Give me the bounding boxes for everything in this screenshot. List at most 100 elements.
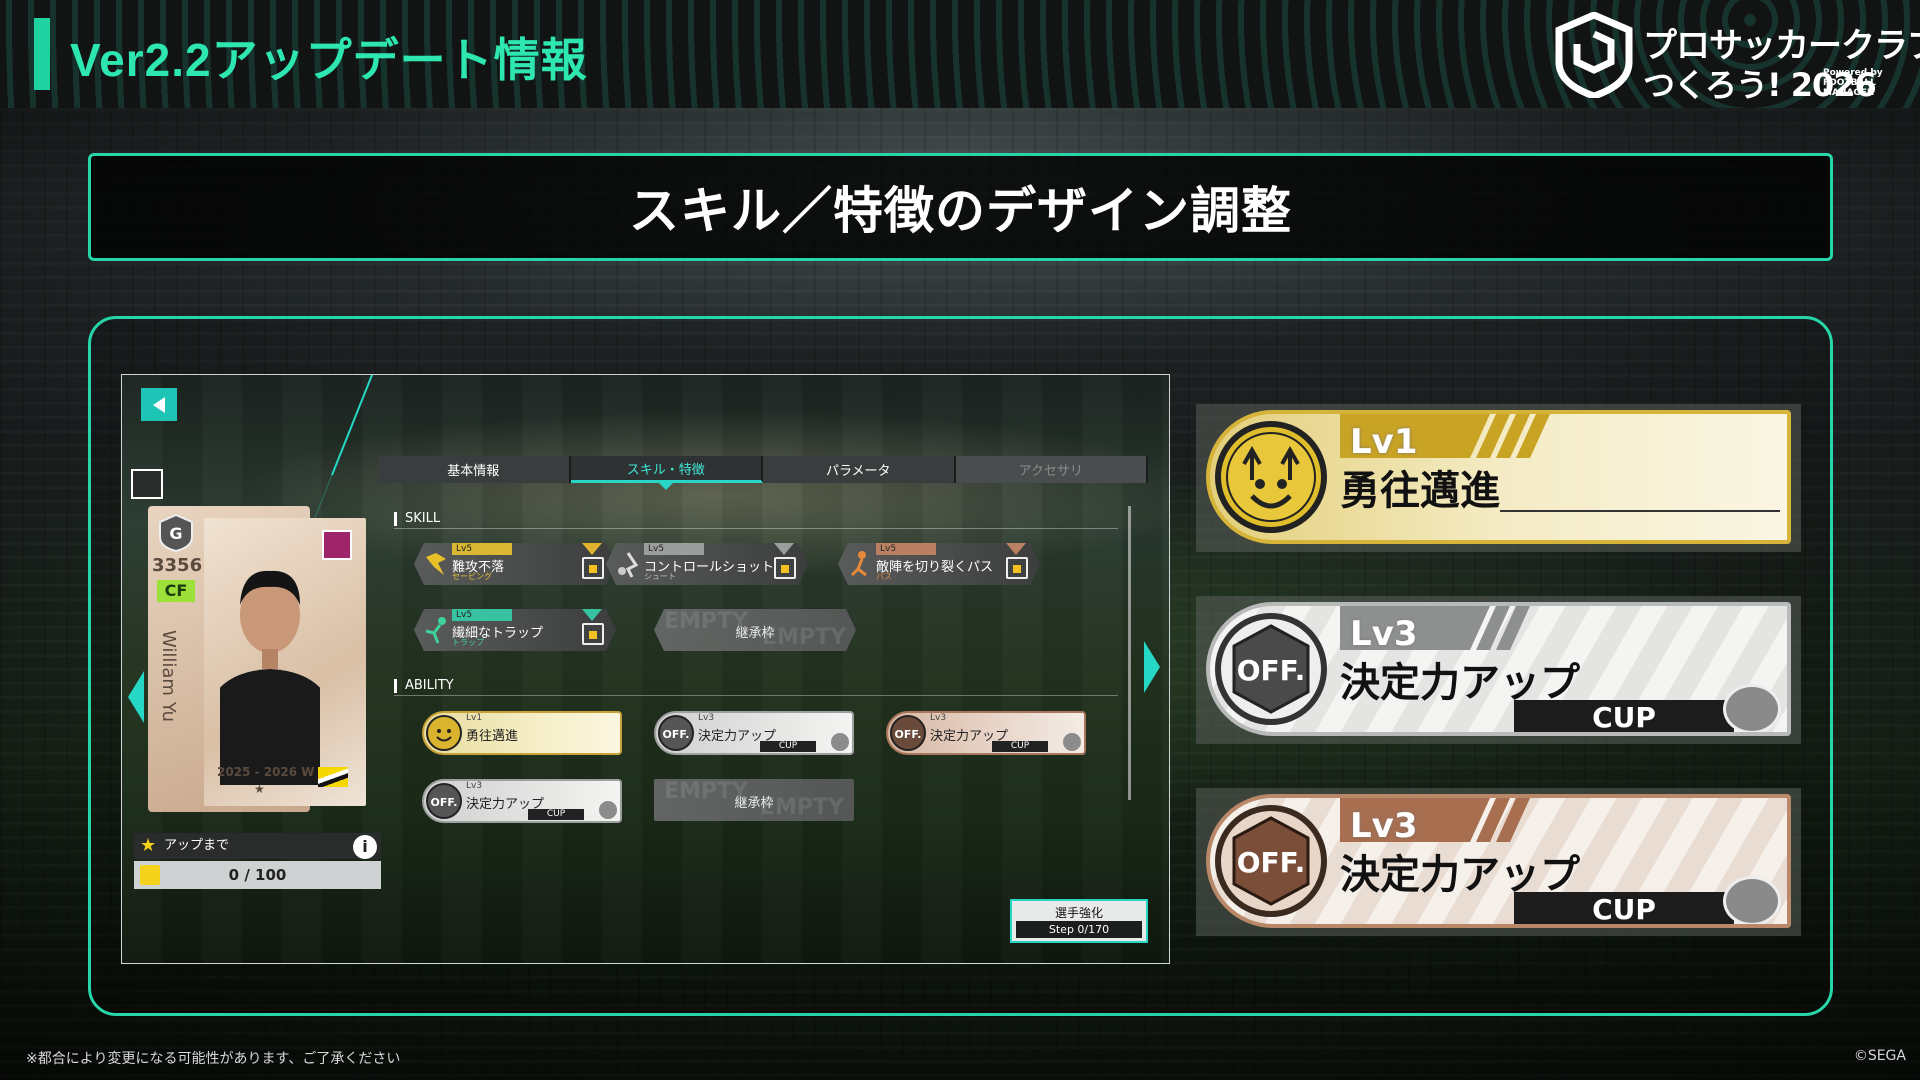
tab-accessories[interactable]: アクセサリ <box>955 456 1148 483</box>
ability-level: Lv3 <box>466 781 483 791</box>
skill-type-icon <box>582 623 604 645</box>
tab-basic-info[interactable]: 基本情報 <box>378 456 571 483</box>
next-player-arrow-icon[interactable] <box>1144 641 1160 693</box>
showcase-card-bronze: OFF. Lv3 決定力アップ CUP <box>1196 788 1801 936</box>
inherit-slot-label: 継承枠 <box>734 796 774 811</box>
skill-section-label: SKILL <box>394 512 440 526</box>
skill-slot-1[interactable]: Lv5 難攻不落 セービング <box>414 543 616 585</box>
whistle-icon <box>1063 733 1081 751</box>
tab-parameters[interactable]: パラメータ <box>763 456 956 483</box>
logo-powered-by: Powered by FOOTBALL MANAGER <box>1823 68 1883 98</box>
scrollbar[interactable] <box>1128 506 1131 800</box>
skill-type-icon <box>1006 557 1028 579</box>
whistle-icon <box>831 733 849 751</box>
player-type-icon <box>322 530 352 560</box>
header-bar: Ver2.2アップデート情報 プロサッカークラブを つくろう! 2026 Pow… <box>0 0 1920 108</box>
showcase-level: Lv1 <box>1350 422 1418 462</box>
skill-slot-4[interactable]: Lv5 繊細なトラップ トラップ <box>414 609 616 651</box>
enhance-step: Step 0/170 <box>1016 921 1142 938</box>
svg-text:OFF.: OFF. <box>663 728 690 741</box>
prev-player-arrow-icon[interactable] <box>128 671 144 723</box>
position-badge: CF <box>157 580 195 602</box>
info-icon[interactable]: i <box>353 835 377 859</box>
card-stars: ★ <box>254 782 265 796</box>
ability-section-rule <box>394 695 1118 696</box>
whistle-icon <box>1723 684 1781 732</box>
name-underline <box>1500 510 1780 512</box>
showcase-level: Lv3 <box>1350 614 1418 654</box>
skill-level: Lv5 <box>452 609 552 621</box>
inherit-slot-label: 継承枠 <box>735 626 775 641</box>
showcase-tag: CUP <box>1514 700 1734 732</box>
svg-text:OFF.: OFF. <box>431 796 458 809</box>
skill-rank-tag <box>582 609 602 621</box>
skill-rank-tag <box>1006 543 1026 555</box>
skill-slot-empty[interactable]: EMPTY EMPTY 継承枠 <box>654 609 856 651</box>
ability-slot-2[interactable]: OFF. Lv3 決定力アップ CUP <box>654 711 854 755</box>
ability-slot-empty[interactable]: EMPTY EMPTY 継承枠 <box>654 779 854 821</box>
skill-category: パス <box>876 572 892 581</box>
upgrade-progress: アップまで ★ i 0 / 100 <box>134 833 381 889</box>
showcase-card-body: OFF. Lv3 決定力アップ CUP <box>1206 794 1791 928</box>
showcase-card-body: OFF. Lv3 決定力アップ CUP <box>1206 602 1791 736</box>
tab-skills-traits[interactable]: スキル・特徴 <box>570 456 763 490</box>
back-button[interactable] <box>141 388 177 421</box>
offense-ability-icon: OFF. <box>1215 805 1327 917</box>
trap-skill-icon <box>425 617 446 644</box>
ability-section-label: ABILITY <box>394 679 454 693</box>
ability-level: Lv3 <box>930 713 947 723</box>
player-rating: 3356 <box>152 555 203 576</box>
skill-section-rule <box>394 528 1118 529</box>
ability-slot-3[interactable]: OFF. Lv3 決定力アップ CUP <box>886 711 1086 755</box>
page-title: Ver2.2アップデート情報 <box>70 34 588 86</box>
whistle-icon <box>599 801 617 819</box>
skill-type-icon <box>774 557 796 579</box>
ability-slot-1[interactable]: Lv1 勇往邁進 <box>422 711 622 755</box>
star-icon: ★ <box>140 835 157 856</box>
ability-tag: CUP <box>760 741 816 752</box>
section-heading: スキル／特徴のデザイン調整 <box>629 182 1292 240</box>
skill-level: Lv5 <box>876 543 976 555</box>
player-name: William Yu <box>158 630 179 723</box>
skill-rank-tag <box>774 543 794 555</box>
back-arrow-icon <box>153 396 165 413</box>
header-accent-bar <box>34 18 50 90</box>
skill-slot-3[interactable]: Lv5 敵陣を切り裂くパス パス <box>838 543 1040 585</box>
ability-level: Lv1 <box>466 713 483 723</box>
pass-skill-icon <box>850 551 867 577</box>
offense-ability-icon: OFF. <box>426 783 462 819</box>
skill-rank-tag <box>582 543 602 555</box>
whistle-icon <box>1723 876 1781 924</box>
upgrade-item-icon <box>140 865 160 885</box>
showcase-card-gold: Lv1 勇往邁進 <box>1196 404 1801 552</box>
showcase-card-body: Lv1 勇往邁進 <box>1206 410 1791 544</box>
showcase-tag: CUP <box>1514 892 1734 924</box>
player-enhance-button[interactable]: 選手強化 Step 0/170 <box>1010 899 1148 943</box>
game-screenshot-panel: 基本情報 スキル・特徴 パラメータ アクセサリ SKILL Lv5 難攻不落 セ… <box>121 374 1170 964</box>
skill-category: セービング <box>452 572 492 581</box>
shoot-skill-icon <box>618 552 639 578</box>
enhance-label: 選手強化 <box>1054 906 1103 920</box>
player-portrait <box>220 570 320 785</box>
lock-icon[interactable] <box>131 469 163 499</box>
upgrade-label: アップまで <box>134 833 381 859</box>
section-heading-box: スキル／特徴のデザイン調整 <box>88 153 1833 261</box>
svg-text:OFF.: OFF. <box>895 728 922 741</box>
upgrade-progress-text: 0 / 100 <box>134 861 381 889</box>
logo-shield-icon <box>1555 12 1633 98</box>
ability-name: 勇往邁進 <box>466 729 519 744</box>
skill-slot-2[interactable]: Lv5 コントロールショット シュート <box>606 543 808 585</box>
skill-level: Lv5 <box>452 543 552 555</box>
showcase-level: Lv3 <box>1350 806 1418 846</box>
emblem-text: OFF. <box>1237 846 1306 879</box>
offense-ability-icon: OFF. <box>890 715 926 751</box>
ability-tag: CUP <box>992 741 1048 752</box>
rank-badge-icon: G <box>159 513 193 553</box>
skill-name: 敵陣を切り裂くパス <box>876 560 994 575</box>
skill-level: Lv5 <box>644 543 744 555</box>
ability-slot-4[interactable]: OFF. Lv3 決定力アップ CUP <box>422 779 622 823</box>
tab-bar: 基本情報 スキル・特徴 パラメータ アクセサリ <box>378 456 1148 490</box>
skill-type-icon <box>582 557 604 579</box>
rank-text: G <box>169 524 182 543</box>
emblem-text: OFF. <box>1237 654 1306 687</box>
